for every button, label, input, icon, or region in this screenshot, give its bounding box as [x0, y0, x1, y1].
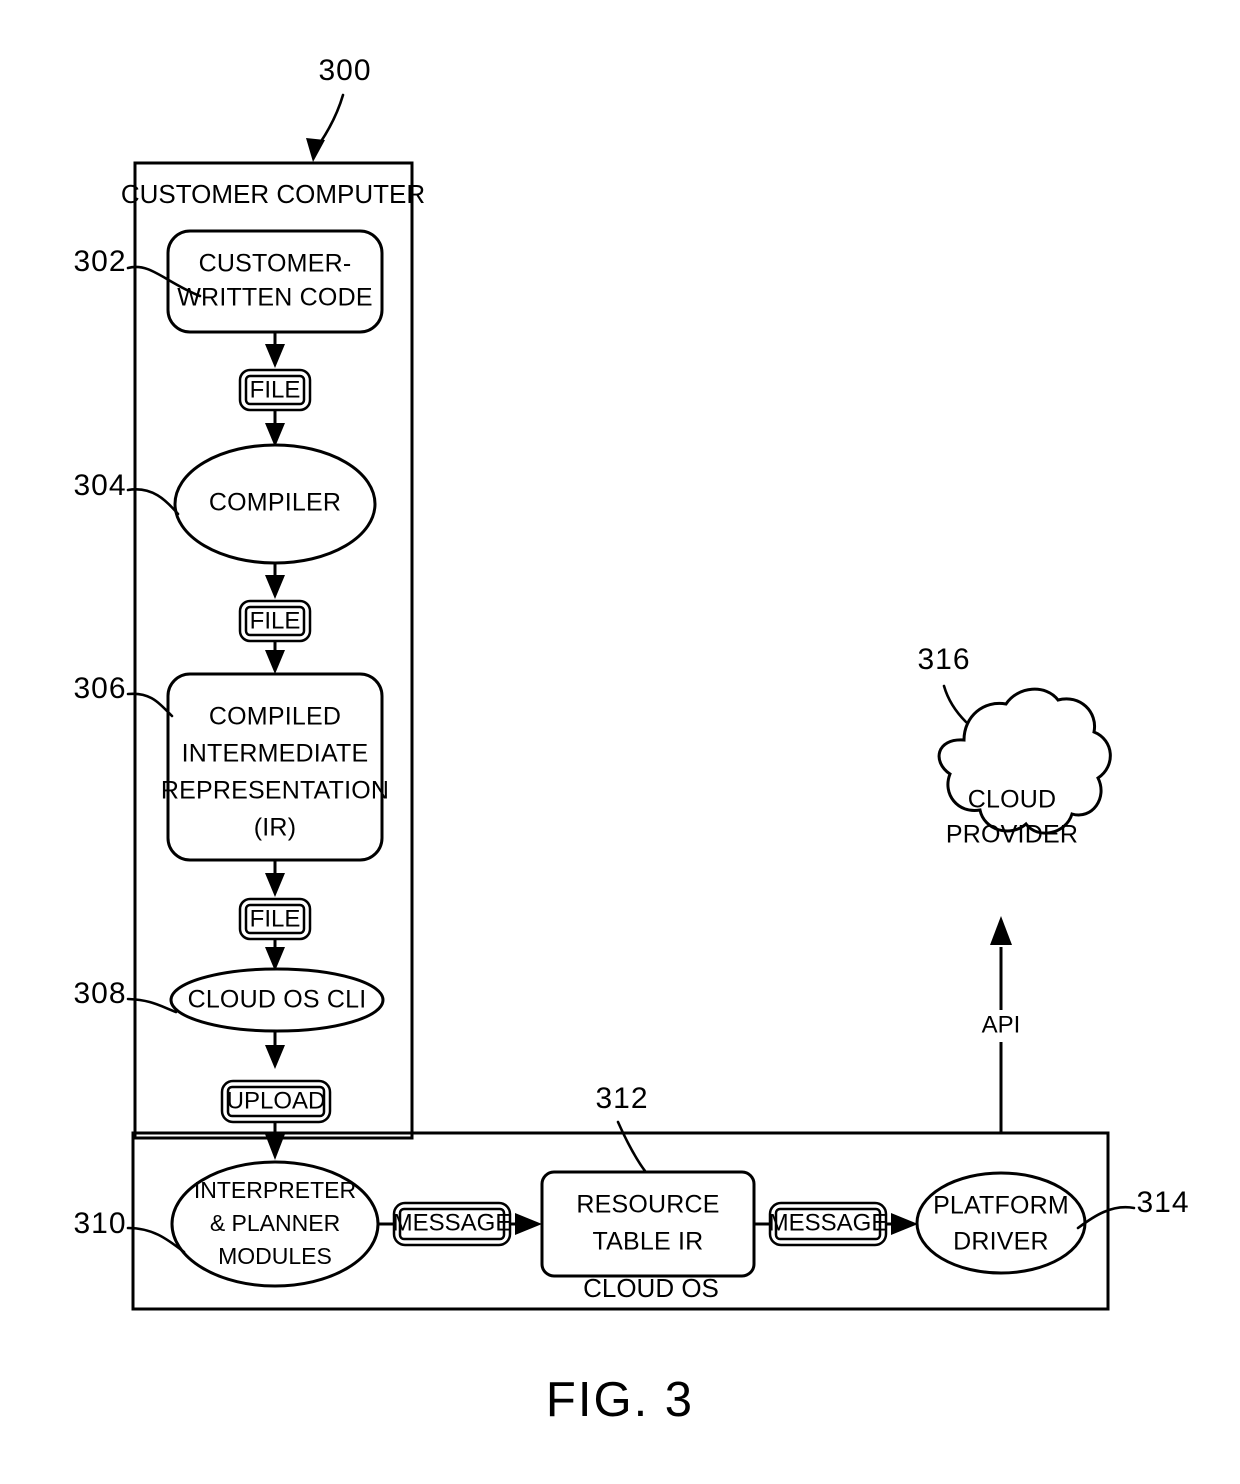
ref-304-group: 304	[73, 469, 180, 516]
compiled-ir-label-line2: INTERMEDIATE	[182, 740, 369, 768]
chip-file-1: FILE	[238, 368, 312, 412]
compiler-label: COMPILER	[209, 489, 341, 517]
chip-message-1: MESSAGE	[378, 1201, 512, 1247]
node-compiler[interactable]: COMPILER	[173, 443, 377, 565]
interpreter-planner-label-line1: INTERPRETER	[194, 1177, 356, 1203]
ref-numeral-314: 314	[1136, 1186, 1189, 1219]
figure-caption: FIG. 3	[546, 1373, 694, 1427]
cloud-os-cli-label: CLOUD OS CLI	[188, 986, 367, 1014]
ref-306-group: 306	[73, 672, 174, 718]
connector-message2-to-platform-driver	[886, 1213, 918, 1235]
connector-code-to-file1	[265, 332, 285, 368]
platform-driver-ellipse[interactable]	[915, 1171, 1087, 1275]
compiled-ir-label-line1: COMPILED	[209, 703, 341, 731]
customer-written-code-label-line1: CUSTOMER-	[199, 250, 352, 278]
chip-message-2: MESSAGE	[754, 1201, 888, 1247]
ref-316-leader-line	[942, 684, 968, 724]
api-label: API	[982, 1011, 1021, 1038]
node-interpreter-planner[interactable]: INTERPRETER & PLANNER MODULES	[170, 1160, 380, 1288]
ref-316-group: 316	[917, 643, 970, 724]
customer-computer-label: CUSTOMER COMPUTER	[121, 179, 425, 209]
arrowhead-down	[265, 423, 285, 447]
ref-numeral-304: 304	[73, 469, 126, 502]
connector-api: API	[968, 916, 1036, 1133]
platform-driver-label-line1: PLATFORM	[933, 1192, 1069, 1220]
arrowhead-down	[265, 1134, 285, 1160]
file-chip-label-2: FILE	[250, 607, 301, 634]
connector-ir-to-file3	[265, 860, 285, 897]
chip-file-2: FILE	[238, 599, 312, 643]
arrowhead-down	[265, 344, 285, 368]
ref-numeral-306: 306	[73, 672, 126, 705]
connector-compiler-to-file2	[265, 563, 285, 599]
cloud-provider-label-line2: PROVIDER	[946, 821, 1078, 849]
node-platform-driver[interactable]: PLATFORM DRIVER	[915, 1171, 1087, 1275]
cloud-provider-label-line1: CLOUD	[968, 786, 1057, 814]
diagram-canvas: CUSTOMER COMPUTER 300 CUSTOMER- WRITTEN …	[73, 54, 1189, 1427]
arrowhead-down	[265, 575, 285, 599]
ref-numeral-312: 312	[595, 1082, 648, 1115]
file-chip-label-1: FILE	[250, 376, 301, 403]
ref-308-group: 308	[73, 977, 178, 1014]
ref-314-group: 314	[1076, 1186, 1189, 1230]
resource-table-ir-label-line2: TABLE IR	[593, 1228, 704, 1256]
ref-numeral-310: 310	[73, 1207, 126, 1240]
ref-300-group: 300	[306, 54, 371, 162]
compiled-ir-label-line3: REPRESENTATION	[161, 777, 389, 805]
connector-message1-to-resource-table	[510, 1213, 542, 1235]
ref-numeral-302: 302	[73, 245, 126, 278]
connector-upload-to-interpreter	[265, 1122, 285, 1160]
ref-numeral-308: 308	[73, 977, 126, 1010]
patent-figure: CUSTOMER COMPUTER 300 CUSTOMER- WRITTEN …	[0, 0, 1240, 1484]
platform-driver-label-line2: DRIVER	[953, 1228, 1049, 1256]
ref-312-group: 312	[595, 1082, 648, 1173]
file-chip-label-3: FILE	[250, 905, 301, 932]
interpreter-planner-label-line2: & PLANNER	[210, 1210, 340, 1236]
ref-300-leader-line	[318, 93, 345, 145]
chip-upload: UPLOAD	[220, 1079, 332, 1124]
arrowhead-right	[515, 1213, 542, 1235]
interpreter-planner-label-line3: MODULES	[218, 1243, 332, 1269]
node-cloud-os-cli[interactable]: CLOUD OS CLI	[169, 967, 385, 1033]
node-cloud-provider[interactable]: CLOUD PROVIDER	[937, 687, 1112, 849]
connector-cli-to-upload	[265, 1031, 285, 1069]
ref-310-group: 310	[73, 1207, 186, 1254]
connector-file1-to-compiler	[265, 410, 285, 447]
message-chip-label-1: MESSAGE	[393, 1209, 512, 1236]
arrowhead-down	[265, 650, 285, 674]
customer-written-code-box[interactable]	[166, 229, 384, 334]
upload-chip-label: UPLOAD	[227, 1087, 326, 1114]
message-chip-label-2: MESSAGE	[769, 1209, 888, 1236]
arrowhead-down	[265, 873, 285, 897]
node-compiled-ir[interactable]: COMPILED INTERMEDIATE REPRESENTATION (IR…	[161, 672, 389, 862]
ref-312-leader-line	[616, 1120, 647, 1173]
ref-numeral-300: 300	[318, 54, 371, 87]
connector-file3-to-cli	[265, 939, 285, 971]
node-customer-written-code[interactable]: CUSTOMER- WRITTEN CODE	[166, 229, 384, 334]
resource-table-ir-label-line1: RESOURCE	[576, 1191, 719, 1219]
compiled-ir-label-line4: (IR)	[254, 814, 296, 842]
customer-written-code-label-line2: WRITTEN CODE	[177, 284, 372, 312]
node-resource-table-ir[interactable]: RESOURCE TABLE IR	[540, 1170, 756, 1278]
connector-file2-to-ir	[265, 641, 285, 674]
ref-numeral-316: 316	[917, 643, 970, 676]
arrowhead-down	[265, 1045, 285, 1069]
api-arrowhead-up	[990, 916, 1012, 945]
arrowhead-down	[265, 947, 285, 971]
resource-table-ir-box[interactable]	[540, 1170, 756, 1278]
chip-file-3: FILE	[238, 897, 312, 941]
ref-300-arrowhead	[306, 138, 325, 162]
arrowhead-right	[891, 1213, 918, 1235]
